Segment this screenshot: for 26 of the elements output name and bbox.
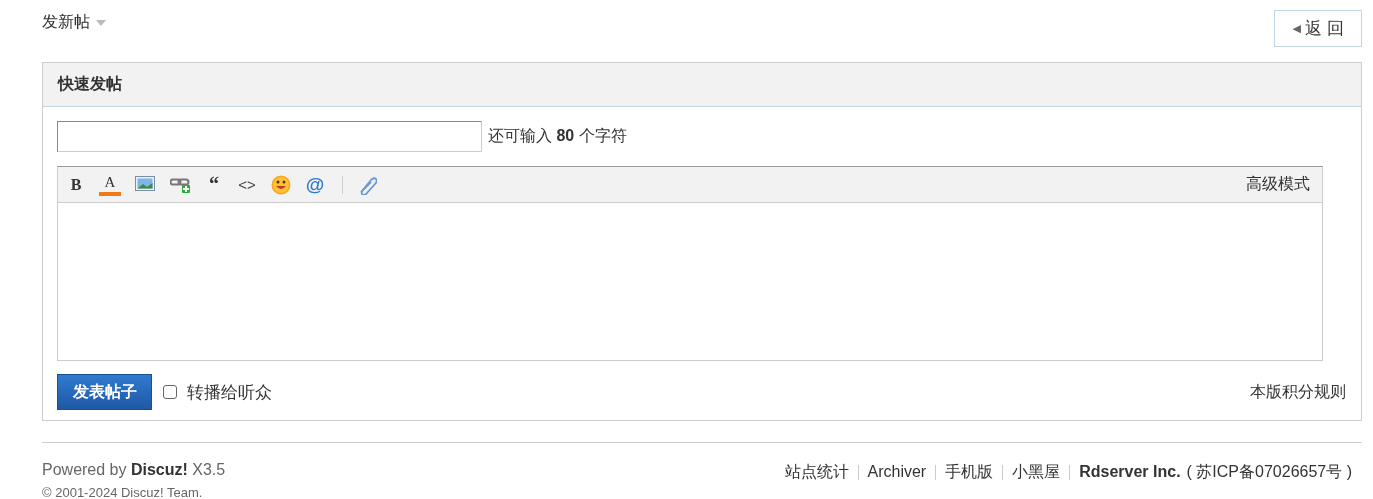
code-button[interactable]: <> [237,173,257,196]
new-post-menu[interactable]: 发新帖 [42,12,106,33]
footer-link[interactable]: 站点统计 [784,461,849,483]
paperclip-icon[interactable] [357,174,377,195]
panel-title: 快速发帖 [43,63,1361,107]
advanced-mode-link[interactable]: 高级模式 [1246,174,1310,195]
submit-post-button[interactable]: 发表帖子 [57,374,152,410]
text-color-button[interactable]: A [99,173,121,196]
broadcast-checkbox[interactable] [163,385,177,399]
bold-button[interactable]: B [66,173,86,196]
smiley-icon[interactable] [271,174,291,195]
quote-button[interactable]: “ [204,173,224,196]
caret-icon [96,19,106,26]
company-link[interactable]: Rdserver Inc. [1079,463,1181,481]
footer-link[interactable]: Archiver [867,463,927,481]
footer-link[interactable]: 手机版 [945,461,994,483]
powered-by-text: Powered by Discuz! X3.5 [42,461,226,479]
icp-link[interactable]: ( 苏ICP备07026657号 ) [1186,461,1352,483]
character-count-hint: 还可输入 80 个字符 [488,126,627,146]
subject-field[interactable] [57,121,482,152]
mention-button[interactable]: @ [305,173,325,196]
footer-link[interactable]: 小黑屋 [1012,461,1061,483]
copyright-text: © 2001-2024 Discuz! Team. [42,485,204,499]
credit-rules-link[interactable]: 本版积分规则 [1250,381,1346,403]
broadcast-label[interactable]: 转播给听众 [187,380,272,404]
back-button[interactable]: ◀ 返 回 [1274,10,1362,47]
